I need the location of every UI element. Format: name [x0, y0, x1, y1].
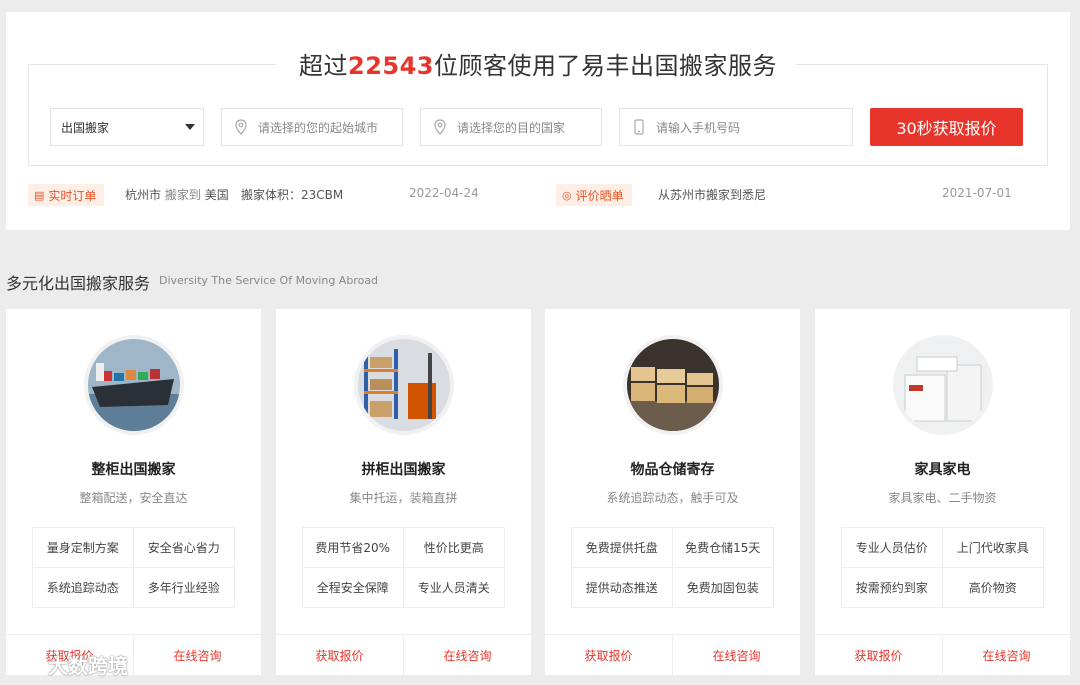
feature-item: 提供动态推送 — [572, 567, 673, 607]
feature-item: 系统追踪动态 — [33, 567, 134, 607]
live-order-text: 杭州市 搬家到 美国 — [125, 188, 229, 202]
feature-item: 多年行业经验 — [147, 580, 220, 595]
feature-item: 安全省心省力 — [133, 528, 234, 568]
service-subtitle: 家具家电、二手物资 — [888, 491, 997, 505]
service-card-full-container: 整柜出国搬家 整箱配送，安全直达 量身定制方案 安全省心省力 系统追踪动态 多年… — [6, 309, 261, 676]
feature-item: 专业人员估价 — [842, 528, 943, 568]
warehouse-shelves-image — [354, 335, 454, 435]
service-subtitle: 整箱配送，安全直达 — [79, 491, 188, 505]
location-pin-icon — [234, 119, 248, 135]
furniture-appliances-image — [893, 335, 993, 435]
cargo-ship-image — [84, 335, 184, 435]
location-pin-icon — [433, 119, 447, 135]
feature-item: 高价物资 — [968, 580, 1017, 595]
feature-grid: 量身定制方案 安全省心省力 系统追踪动态 多年行业经验 — [32, 527, 235, 608]
feature-item: 量身定制方案 — [33, 528, 134, 568]
online-consult-link[interactable]: 在线咨询 — [404, 635, 531, 676]
feature-grid: 专业人员估价 上门代收家具 按需预约到家 高价物资 — [841, 527, 1044, 608]
get-quote-link[interactable]: 获取报价 — [815, 635, 943, 676]
review-text: 从苏州市搬家到悉尼 — [658, 188, 767, 202]
card-actions: 获取报价 在线咨询 — [815, 634, 1070, 676]
customer-count: 22543 — [348, 52, 434, 80]
get-quote-link[interactable]: 获取报价 — [276, 635, 404, 676]
online-consult-link[interactable]: 在线咨询 — [943, 635, 1070, 676]
service-title: 物品仓储寄存 — [630, 462, 715, 478]
watermark-icon — [8, 651, 42, 678]
feature-item: 免费仓储15天 — [672, 528, 773, 568]
feature-item: 专业人员清关 — [417, 580, 490, 595]
feature-item: 费用节省20% — [303, 528, 404, 568]
service-card-storage: 物品仓储寄存 系统追踪动态，触手可及 免费提供托盘 免费仓储15天 提供动态推送… — [545, 309, 800, 676]
live-order-volume: 搬家体积：23CBM — [241, 188, 344, 202]
order-icon: ▤ — [34, 188, 45, 202]
feature-grid: 费用节省20% 性价比更高 全程安全保障 专业人员清关 — [302, 527, 505, 608]
get-quote-button[interactable]: 30秒获取报价 — [870, 108, 1023, 146]
service-title: 拼柜出国搬家 — [361, 462, 446, 478]
feature-grid: 免费提供托盘 免费仓储15天 提供动态推送 免费加固包装 — [571, 527, 774, 608]
feature-item: 性价比更高 — [403, 528, 504, 568]
start-city-input[interactable]: 请选择的您的起始城市 — [221, 108, 403, 146]
get-quote-link[interactable]: 获取报价 — [545, 635, 673, 676]
dest-country-input[interactable]: 请选择您的目的国家 — [420, 108, 602, 146]
service-subtitle: 系统追踪动态，触手可及 — [606, 491, 739, 505]
card-actions: 获取报价 在线咨询 — [276, 634, 531, 676]
service-card-lcl: 拼柜出国搬家 集中托运，装箱直拼 费用节省20% 性价比更高 全程安全保障 专业… — [276, 309, 531, 676]
service-title: 家具家电 — [914, 462, 971, 478]
live-order-date: 2022-04-24 — [409, 186, 479, 200]
hero-headline: 超过22543位顾客使用了易丰出国搬家服务 — [299, 52, 777, 80]
live-order-tag: ▤ 实时订单 — [28, 184, 105, 206]
watermark-logo: 大数跨境 — [8, 650, 128, 679]
review-date: 2021-07-01 — [942, 186, 1012, 200]
caret-down-icon — [185, 124, 195, 130]
service-select[interactable]: 出国搬家 — [50, 108, 204, 146]
card-actions: 获取报价 在线咨询 — [545, 634, 800, 676]
online-consult-link[interactable]: 在线咨询 — [673, 635, 800, 676]
feature-item: 按需预约到家 — [842, 567, 943, 607]
service-subtitle: 集中托运，装箱直拼 — [349, 491, 458, 505]
phone-icon — [632, 119, 646, 135]
feature-item: 免费提供托盘 — [572, 528, 673, 568]
feature-item: 上门代收家具 — [942, 528, 1043, 568]
online-consult-link[interactable]: 在线咨询 — [134, 635, 261, 676]
section-subtitle: Diversity The Service Of Moving Abroad — [159, 274, 379, 287]
review-icon: ◎ — [562, 188, 572, 202]
quote-panel: 超过22543位顾客使用了易丰出国搬家服务 出国搬家 请选择的您的起始城市 请选… — [6, 12, 1070, 230]
section-title: 多元化出国搬家服务 — [6, 274, 151, 293]
service-title: 整柜出国搬家 — [91, 462, 176, 478]
phone-input[interactable]: 请输入手机号码 — [619, 108, 853, 146]
feature-item: 全程安全保障 — [303, 567, 404, 607]
feature-item: 免费加固包装 — [686, 580, 759, 595]
storage-boxes-image — [623, 335, 723, 435]
service-card-furniture: 家具家电 家具家电、二手物资 专业人员估价 上门代收家具 按需预约到家 高价物资… — [815, 309, 1070, 676]
review-tag: ◎ 评价晒单 — [556, 184, 632, 206]
